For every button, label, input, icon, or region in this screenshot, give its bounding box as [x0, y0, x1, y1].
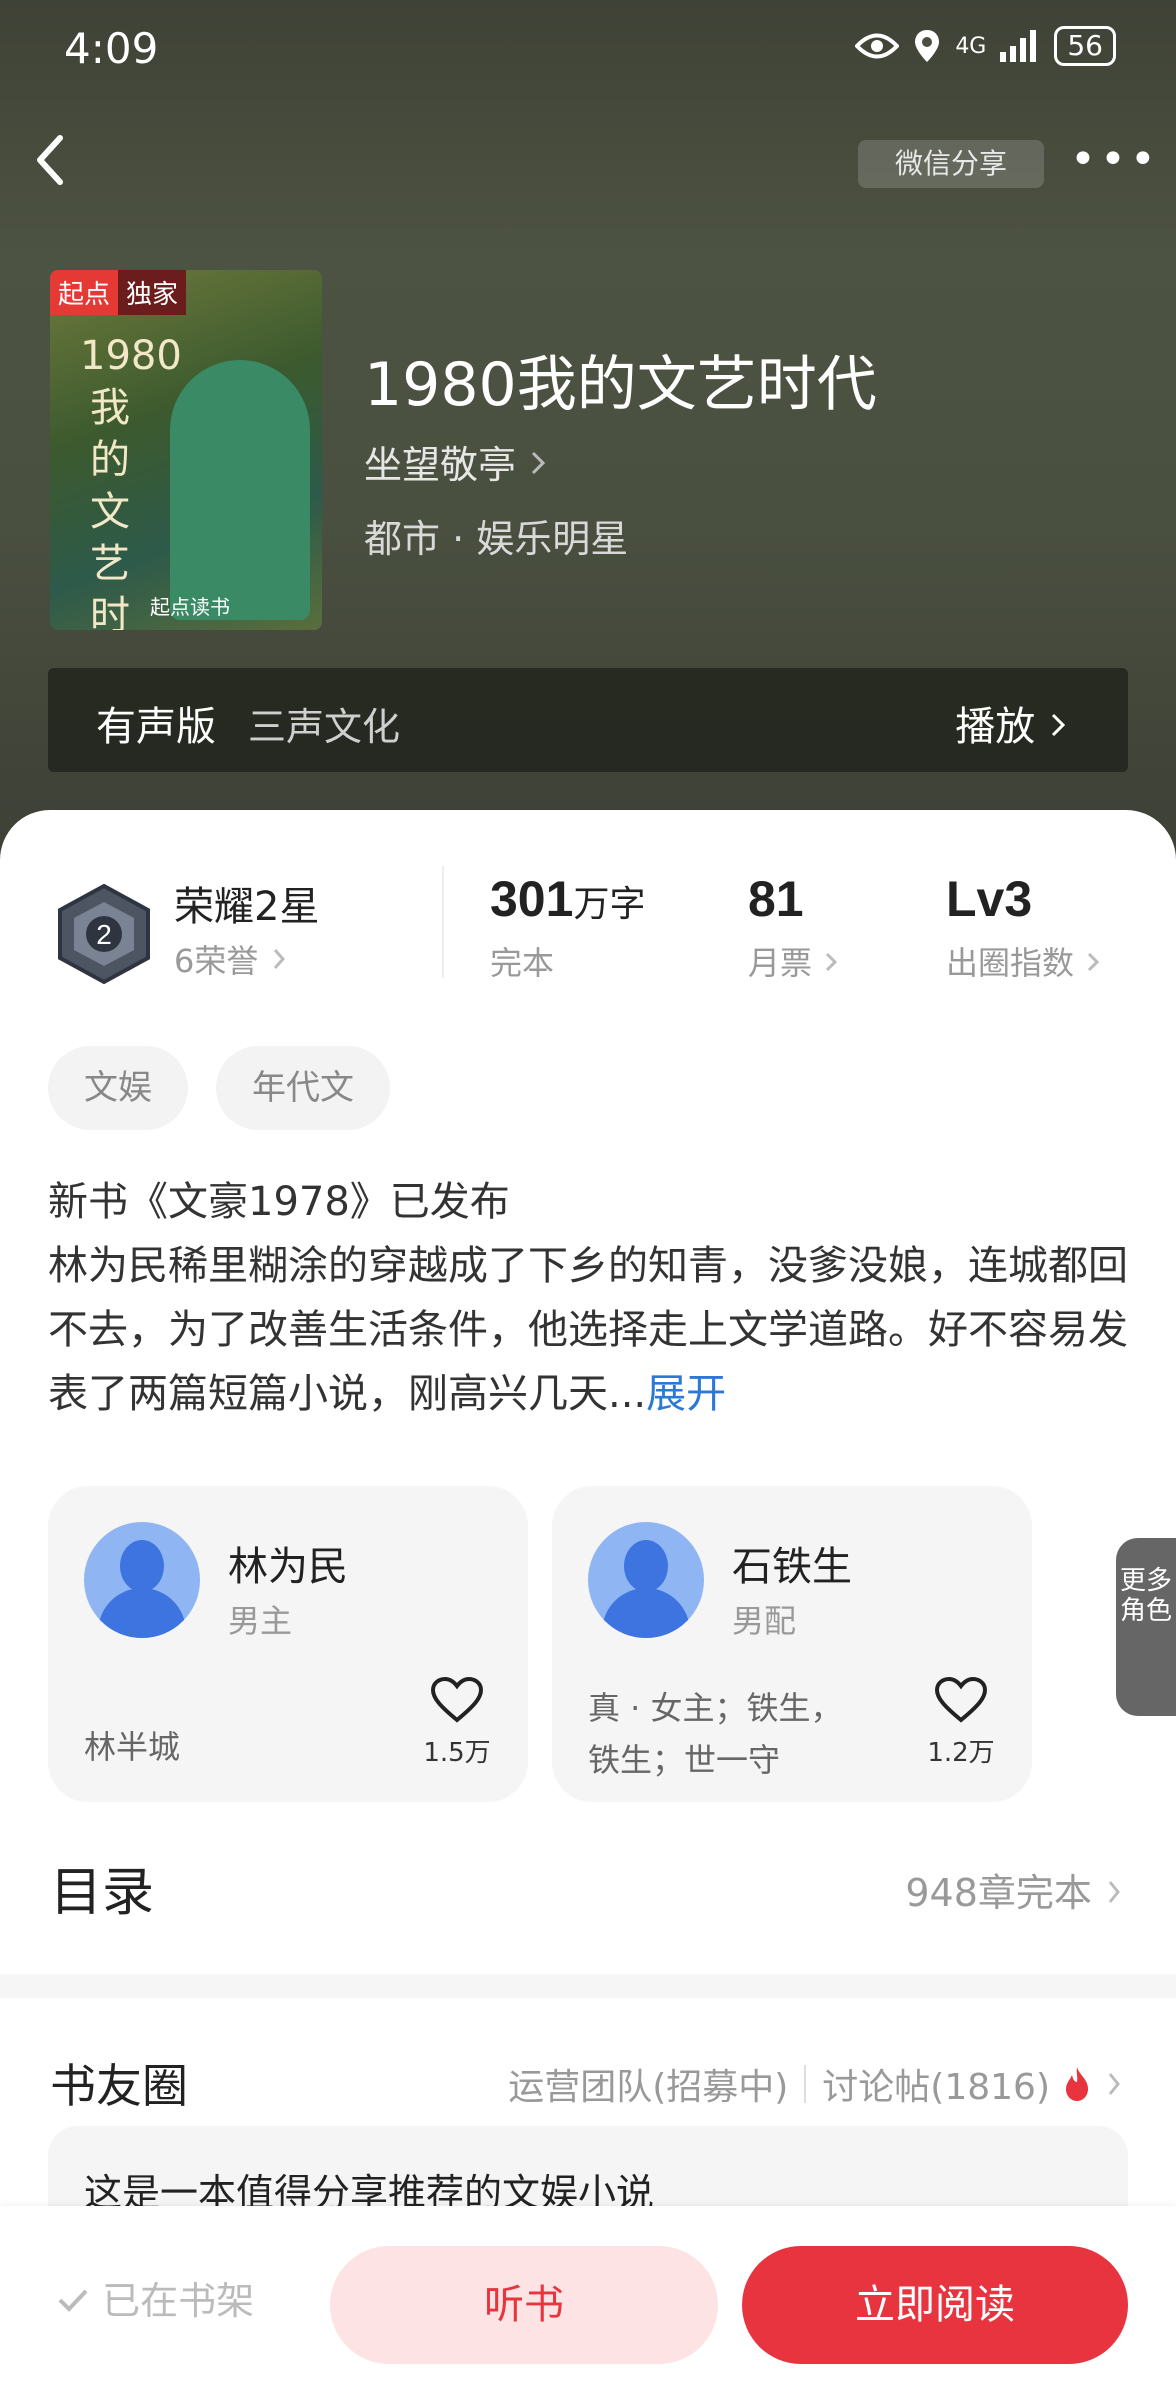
- role-like-button[interactable]: 1.5万: [422, 1676, 492, 1769]
- toc-chapter-count: 948章完本: [905, 1871, 1092, 1915]
- status-icons: 4G 56: [855, 26, 1116, 66]
- svg-text:2: 2: [96, 919, 112, 950]
- chevron-right-icon: [1088, 952, 1100, 972]
- book-description[interactable]: 新书《文豪1978》已发布 林为民稀里糊涂的穿越成了下乡的知青，没爹没娘，连城都…: [48, 1170, 1138, 1426]
- toc-link[interactable]: 948章完本: [905, 1862, 1124, 1917]
- expand-link[interactable]: 展开: [646, 1371, 726, 1417]
- exclusive-label: 独家: [118, 270, 187, 315]
- honor-title: 荣耀2星: [174, 884, 320, 930]
- popularity-index-label: 出圈指数: [946, 944, 1075, 982]
- heart-icon: [430, 1676, 484, 1723]
- location-icon: [915, 30, 940, 62]
- role-name: 林为民: [228, 1544, 348, 1590]
- role-avatar: [588, 1522, 704, 1638]
- reader-circle-links[interactable]: 运营团队(招募中) 讨论帖(1816): [508, 2058, 1124, 2110]
- stats-divider: [442, 866, 444, 978]
- description-body: 林为民稀里糊涂的穿越成了下乡的知青，没爹没娘，连城都回不去，为了改善生活条件，他…: [48, 1243, 1128, 1417]
- status-bar: 4:09 4G 56: [0, 0, 1176, 100]
- reader-circle-title: 书友圈: [50, 2059, 188, 2113]
- role-card[interactable]: 林为民 男主 林半城 1.5万: [48, 1486, 528, 1802]
- audio-version-bar[interactable]: 有声版 三声文化 播放: [48, 668, 1128, 772]
- signal-label: 4G: [955, 33, 987, 59]
- honor-count-link[interactable]: 6荣誉: [174, 936, 289, 982]
- eye-icon: [855, 33, 900, 59]
- role-avatar: [84, 1522, 200, 1638]
- chevron-right-icon: [826, 952, 838, 972]
- book-genre: 都市 · 娱乐明星: [364, 517, 629, 561]
- popularity-index-value: Lv3: [946, 871, 1033, 927]
- book-header: 4:09 4G 56 微信分享 ••• 起点 独家 1980我的文艺时代 起点读…: [0, 0, 1176, 860]
- word-count-value: 301: [490, 871, 574, 927]
- discussion-count-link[interactable]: 讨论帖(1816): [822, 2058, 1050, 2110]
- book-cover[interactable]: 起点 独家 1980我的文艺时代 起点读书: [50, 270, 322, 630]
- chevron-right-icon: [1108, 2073, 1120, 2095]
- audio-play-button[interactable]: 播放: [955, 694, 1068, 752]
- in-shelf-indicator[interactable]: 已在书架: [56, 2270, 254, 2325]
- back-button[interactable]: [30, 130, 90, 200]
- exclusive-badge: 起点 独家: [50, 270, 187, 315]
- author-link[interactable]: 坐望敬亭: [364, 434, 548, 489]
- monthly-ticket-value: 81: [748, 871, 804, 927]
- honor-badge-icon[interactable]: 2: [52, 882, 156, 986]
- tag-chip[interactable]: 年代文: [216, 1046, 390, 1130]
- read-now-button[interactable]: 立即阅读: [742, 2246, 1128, 2364]
- status-time: 4:09: [64, 24, 159, 73]
- toc-title: 目录: [50, 1863, 155, 1923]
- description-notice: 新书《文豪1978》已发布: [48, 1179, 510, 1225]
- battery-indicator: 56: [1054, 26, 1116, 66]
- cover-figure: [170, 360, 310, 620]
- tag-chip[interactable]: 文娱: [48, 1046, 188, 1130]
- role-like-button[interactable]: 1.2万: [926, 1676, 996, 1769]
- heart-icon: [934, 1676, 988, 1723]
- role-card[interactable]: 石铁生 男配 真 · 女主；铁生，铁生；世一守 1.2万: [552, 1486, 1032, 1802]
- role-like-count: 1.2万: [927, 1738, 995, 1768]
- monthly-ticket-label: 月票: [748, 944, 813, 982]
- chevron-left-icon: [37, 135, 63, 185]
- section-divider: [0, 1974, 1176, 1998]
- fire-icon: [1066, 2067, 1088, 2101]
- book-title: 1980我的文艺时代: [364, 350, 877, 420]
- chevron-right-icon: [273, 949, 285, 969]
- audio-producer: 三声文化: [248, 705, 401, 749]
- listen-button[interactable]: 听书: [330, 2246, 718, 2364]
- ops-team-link[interactable]: 运营团队(招募中): [508, 2058, 788, 2110]
- popularity-index-stat[interactable]: Lv3 出圈指数: [946, 870, 1102, 984]
- link-separator: [804, 2065, 807, 2103]
- cover-publisher: 起点读书: [150, 595, 230, 619]
- role-type: 男配: [732, 1602, 797, 1640]
- book-detail-sheet: 2 荣耀2星 6荣誉 301万字 完本 81 月票 Lv3 出圈指数 文娱 年代…: [0, 810, 1176, 2400]
- wechat-share-button[interactable]: 微信分享: [858, 140, 1044, 188]
- play-label: 播放: [955, 704, 1036, 750]
- signal-icon: [1000, 30, 1037, 62]
- cover-title: 1980我的文艺时代: [80, 333, 182, 630]
- word-count-unit: 万字: [573, 884, 646, 925]
- word-count-stat: 301万字 完本: [490, 870, 645, 984]
- role-alias: 林半城: [84, 1728, 181, 1766]
- role-name: 石铁生: [732, 1544, 852, 1590]
- monthly-ticket-stat[interactable]: 81 月票: [748, 870, 840, 984]
- brand-badge: 起点: [50, 270, 119, 315]
- role-like-count: 1.5万: [423, 1738, 491, 1768]
- in-shelf-label: 已在书架: [102, 2279, 255, 2323]
- word-count-label: 完本: [490, 944, 555, 982]
- role-type: 男主: [228, 1602, 293, 1640]
- bottom-action-bar: 已在书架 听书 立即阅读: [0, 2206, 1176, 2400]
- role-alias: 真 · 女主；铁生，铁生；世一守: [588, 1689, 843, 1779]
- honor-count: 6荣誉: [174, 942, 259, 980]
- more-options-button[interactable]: •••: [1070, 138, 1156, 188]
- audio-label: 有声版: [96, 704, 216, 750]
- more-roles-button[interactable]: 更多角色: [1116, 1538, 1176, 1716]
- author-name: 坐望敬亭: [364, 443, 517, 487]
- check-icon: [58, 2289, 88, 2312]
- chevron-right-icon: [532, 451, 546, 475]
- chevron-right-icon: [1051, 713, 1066, 737]
- chevron-right-icon: [1108, 1881, 1120, 1903]
